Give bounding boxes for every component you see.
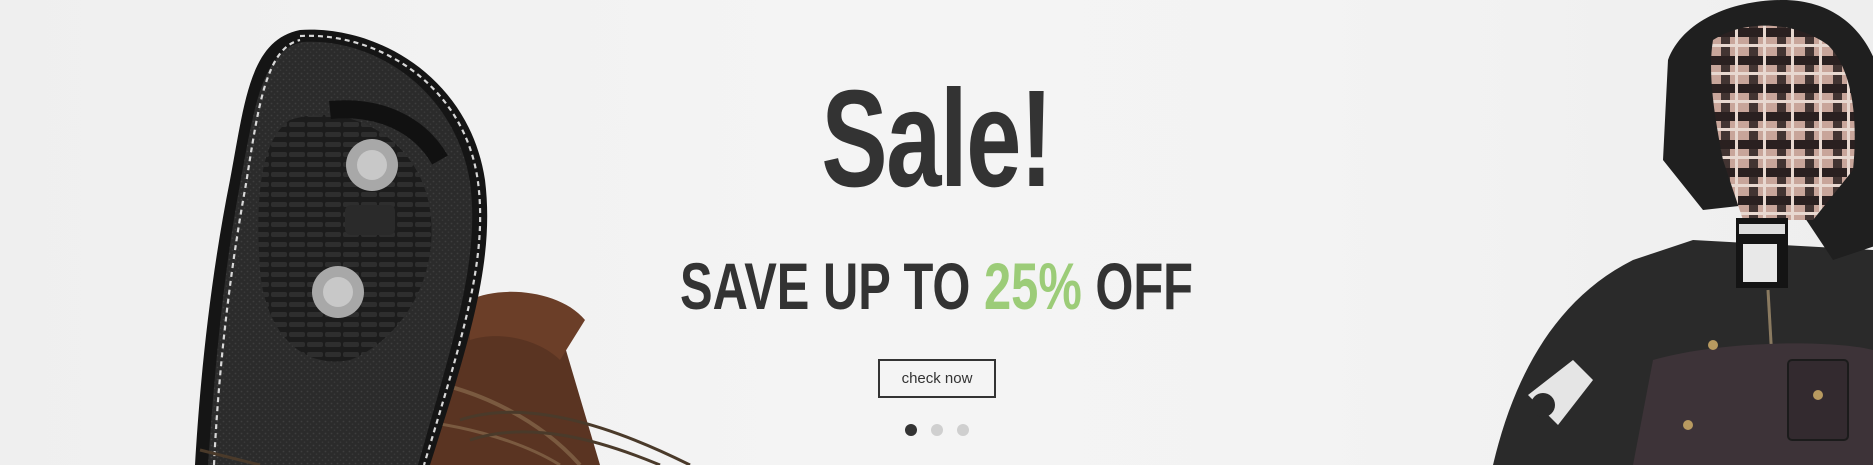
carousel-pagination — [0, 424, 1873, 436]
discount-percentage: 25% — [983, 249, 1082, 323]
check-now-button[interactable]: check now — [878, 359, 996, 398]
hero-content: Sale! SAVE UP TO 25% OFF check now — [0, 0, 1873, 465]
carousel-dot-2[interactable] — [930, 424, 943, 436]
carousel-dot-1[interactable] — [904, 424, 917, 436]
page-title: Sale! — [821, 62, 1053, 216]
hero-slider: Sale! SAVE UP TO 25% OFF check now — [0, 0, 1873, 465]
carousel-dot-3[interactable] — [956, 424, 969, 436]
promo-prefix: SAVE UP TO — [680, 249, 984, 323]
promo-subtitle: SAVE UP TO 25% OFF — [243, 253, 1629, 319]
promo-suffix: OFF — [1081, 249, 1193, 323]
